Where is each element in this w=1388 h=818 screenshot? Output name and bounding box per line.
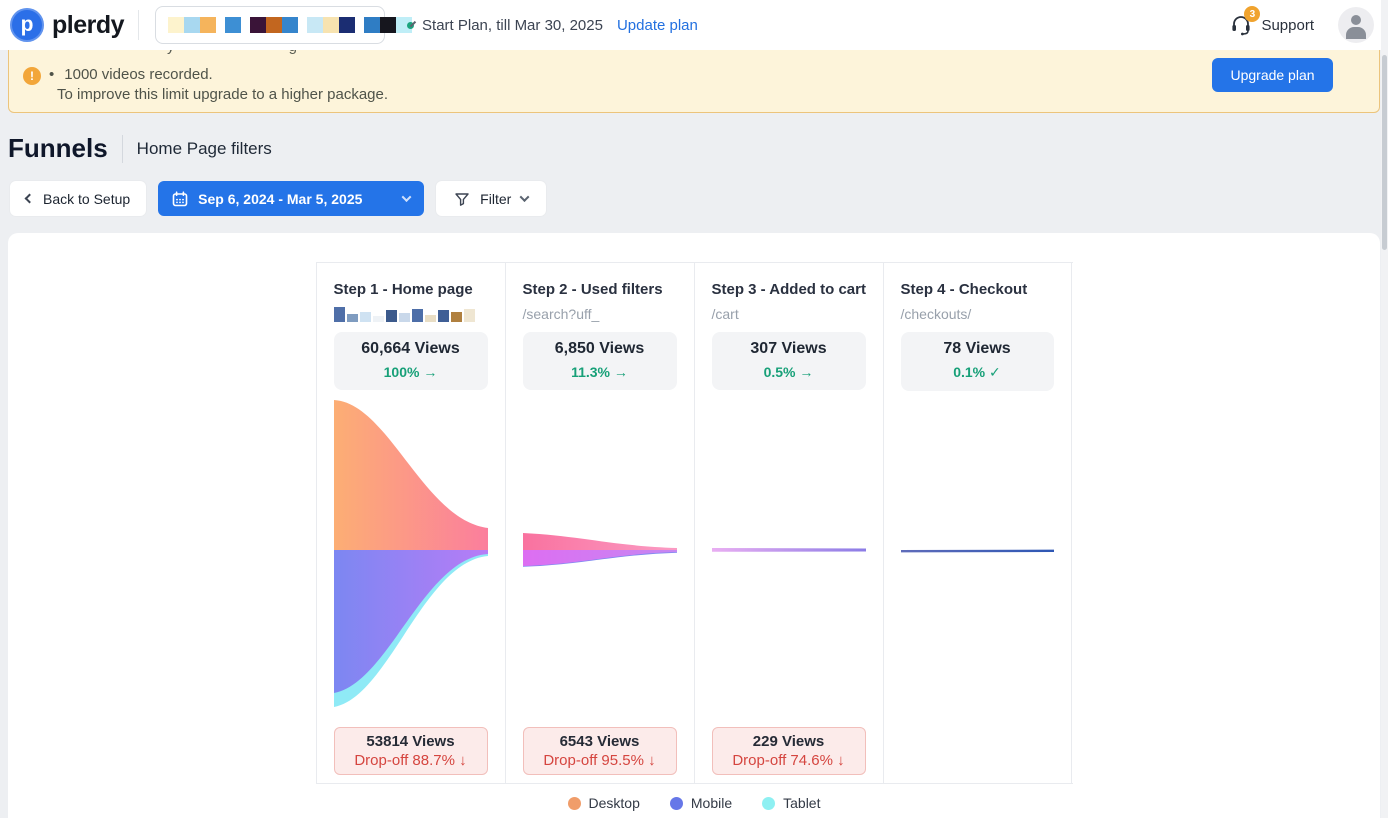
- banner-line2: To improve this limit upgrade to a highe…: [57, 86, 388, 103]
- arrow-down-icon: ↓: [459, 752, 467, 769]
- funnel-step-3: Step 3 - Added to cart /cart 307 Views 0…: [694, 263, 883, 783]
- desktop-band: [523, 533, 677, 550]
- funnel-step-4: Step 4 - Checkout /checkouts/ 78 Views 0…: [883, 263, 1072, 783]
- chevron-left-icon: [25, 194, 35, 204]
- drop-off-box: 229 Views Drop-off 74.6% ↓: [712, 727, 866, 775]
- drop-rate: Drop-off 88.7% ↓: [335, 752, 487, 769]
- step-url: /checkouts/: [901, 306, 1054, 322]
- user-avatar[interactable]: [1338, 7, 1374, 43]
- drop-views: 229 Views: [713, 733, 865, 750]
- drop-off-box: 53814 Views Drop-off 88.7% ↓: [334, 727, 488, 775]
- funnel-step-1: Step 1 - Home page 60,664 Views 100% →: [316, 263, 505, 783]
- warning-icon: !: [23, 67, 41, 85]
- step-views-box: 60,664 Views 100% →: [334, 332, 488, 390]
- title-divider: [122, 135, 123, 163]
- support-label: Support: [1261, 17, 1314, 34]
- funnel-report-card: Step 1 - Home page 60,664 Views 100% →: [8, 233, 1380, 818]
- funnel-thin-band: [901, 550, 1054, 553]
- legend-item-mobile: Mobile: [670, 795, 732, 811]
- date-range-picker[interactable]: Sep 6, 2024 - Mar 5, 2025: [158, 181, 424, 216]
- drop-views: 6543 Views: [524, 733, 676, 750]
- back-to-setup-button[interactable]: Back to Setup: [10, 181, 146, 216]
- step-views: 60,664 Views: [334, 340, 488, 358]
- step-views: 6,850 Views: [523, 340, 677, 358]
- drop-rate: Drop-off 95.5% ↓: [524, 752, 676, 769]
- support-badge: 3: [1244, 6, 1260, 22]
- arrow-down-icon: ↓: [648, 752, 656, 769]
- site-selector-dropdown[interactable]: [155, 6, 385, 44]
- drop-views: 53814 Views: [335, 733, 487, 750]
- funnel-thin-band: [712, 548, 866, 552]
- top-header: p plerdy Start Plan, till Mar 30, 2025 U…: [0, 0, 1388, 50]
- brand[interactable]: p plerdy: [10, 8, 124, 42]
- plerdy-logo-icon: p: [10, 8, 44, 42]
- drop-rate: Drop-off 74.6% ↓: [713, 752, 865, 769]
- avatar-person-icon: [1351, 15, 1361, 25]
- plan-status-text: Start Plan, till Mar 30, 2025: [422, 17, 603, 34]
- drop-off-box: 6543 Views Drop-off 95.5% ↓: [523, 727, 677, 775]
- support-button[interactable]: 3 Support: [1229, 13, 1314, 37]
- funnel-step-2: Step 2 - Used filters /search?uff_ 6,850…: [505, 263, 694, 783]
- funnel-chart-step-1: [334, 400, 488, 710]
- filter-button[interactable]: Filter: [436, 181, 546, 216]
- arrow-down-icon: ↓: [837, 752, 845, 769]
- chevron-down-icon: [520, 192, 530, 202]
- bullet: •: [49, 66, 54, 83]
- step-rate: 0.1% ✓: [901, 364, 1054, 381]
- scrollbar-thumb[interactable]: [1382, 55, 1387, 250]
- step-thumbnail-strip: [334, 306, 488, 322]
- upgrade-plan-button[interactable]: Upgrade plan: [1212, 58, 1333, 92]
- filter-funnel-icon: [454, 191, 470, 207]
- arrow-right-icon: →: [423, 364, 437, 380]
- mobile-dot-icon: [670, 797, 683, 810]
- page-title: Funnels: [8, 133, 108, 164]
- banner-line1: •1000 videos recorded.: [49, 66, 213, 83]
- header-divider: [138, 10, 139, 40]
- step-rate: 11.3% →: [523, 364, 677, 380]
- page-scrollbar[interactable]: [1381, 0, 1388, 818]
- funnel-chart-step-3: [712, 400, 866, 710]
- funnel-name: Home Page filters: [137, 139, 272, 159]
- arrow-right-icon: →: [799, 364, 813, 380]
- step-title: Step 3 - Added to cart: [712, 281, 866, 298]
- check-icon: ✓: [989, 364, 1001, 380]
- step-views: 307 Views: [712, 340, 866, 358]
- brand-name: plerdy: [52, 11, 124, 40]
- funnel-chart-step-4: [901, 401, 1054, 711]
- device-legend: Desktop Mobile Tablet: [8, 795, 1380, 811]
- update-plan-link[interactable]: Update plan: [617, 17, 698, 34]
- chevron-down-icon: [402, 192, 412, 202]
- calendar-icon: [172, 191, 188, 207]
- legend-item-desktop: Desktop: [568, 795, 640, 811]
- legend-item-tablet: Tablet: [762, 795, 820, 811]
- step-views: 78 Views: [901, 340, 1054, 358]
- site-favicon-strip: [168, 17, 412, 33]
- mobile-band: [523, 550, 677, 566]
- funnel-chart-step-2: [523, 400, 677, 710]
- desktop-dot-icon: [568, 797, 581, 810]
- funnel-table: Step 1 - Home page 60,664 Views 100% →: [316, 262, 1073, 784]
- step-views-box: 307 Views 0.5% →: [712, 332, 866, 390]
- tablet-dot-icon: [762, 797, 775, 810]
- step-rate: 0.5% →: [712, 364, 866, 380]
- step-views-box: 78 Views 0.1% ✓: [901, 332, 1054, 391]
- step-rate: 100% →: [334, 364, 488, 380]
- step-url: /cart: [712, 306, 866, 322]
- step-title: Step 2 - Used filters: [523, 281, 677, 298]
- arrow-right-icon: →: [614, 364, 628, 380]
- step-views-box: 6,850 Views 11.3% →: [523, 332, 677, 390]
- desktop-band: [334, 400, 488, 550]
- step-title: Step 4 - Checkout: [901, 281, 1054, 298]
- step-url: /search?uff_: [523, 306, 677, 322]
- step-title: Step 1 - Home page: [334, 281, 488, 298]
